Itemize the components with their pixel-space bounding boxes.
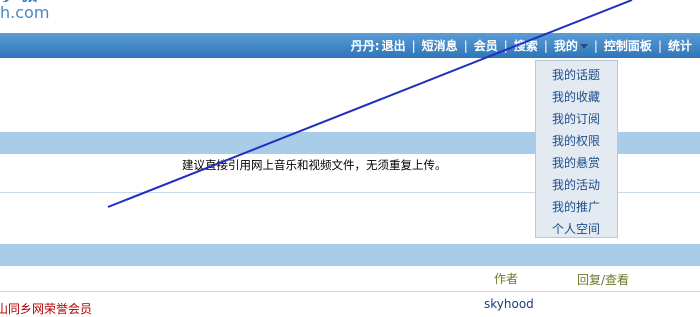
menu-item-my-rewards[interactable]: 我的悬赏 — [552, 154, 600, 171]
my-dropdown-menu: 我的话题 我的收藏 我的订阅 我的权限 我的悬赏 我的活动 我的推广 个人空间 — [535, 60, 618, 238]
nav-my-menu[interactable]: 我的 — [554, 37, 588, 54]
column-header-reply-view: 回复/查看 — [577, 273, 630, 287]
menu-item-my-subscriptions[interactable]: 我的订阅 — [552, 110, 600, 127]
menu-item-my-favorites[interactable]: 我的收藏 — [552, 88, 600, 105]
nav-stats[interactable]: 统计 — [668, 37, 692, 54]
nav-control-panel[interactable]: 控制面板 — [604, 37, 652, 54]
menu-item-my-activities[interactable]: 我的活动 — [552, 176, 600, 193]
top-navigation-bar: 丹丹: 退出 | 短消息 | 会员 | 搜索 | 我的 | 控制面板 | 统计 — [0, 33, 700, 58]
nav-separator: | — [411, 38, 416, 53]
nav-separator: | — [657, 38, 662, 53]
nav-separator: | — [503, 38, 508, 53]
logo-mark: ノ 网 — [0, 0, 60, 2]
thread-list-header-bar — [0, 244, 700, 266]
menu-item-my-topics[interactable]: 我的话题 — [552, 66, 600, 83]
menu-item-my-permissions[interactable]: 我的权限 — [552, 132, 600, 149]
nav-messages[interactable]: 短消息 — [422, 37, 458, 54]
nav-logout[interactable]: 退出 — [382, 37, 406, 54]
nav-search[interactable]: 搜索 — [514, 37, 538, 54]
menu-item-my-promotion[interactable]: 我的推广 — [552, 198, 600, 215]
nav-members[interactable]: 会员 — [474, 37, 498, 54]
nav-username[interactable]: 丹丹: — [351, 37, 380, 54]
nav-separator: | — [543, 38, 548, 53]
chevron-down-icon — [579, 44, 588, 49]
nav-my-label: 我的 — [553, 39, 578, 53]
thread-author-link[interactable]: skyhood — [484, 297, 534, 311]
column-header-author: 作者 — [494, 272, 519, 286]
notice-text: 建议直接引用网上音乐和视频文件，无须重复上传。 — [182, 158, 447, 172]
nav-separator: | — [593, 38, 598, 53]
nav-separator: | — [463, 38, 468, 53]
thread-title-link[interactable]: 山同乡网荣誉会员 — [0, 300, 92, 317]
nav-items: 丹丹: 退出 | 短消息 | 会员 | 搜索 | 我的 | 控制面板 | 统计 — [351, 33, 692, 58]
header-logo-area: ノ 网 h.com — [0, 0, 700, 33]
logo-domain: h.com — [0, 3, 50, 22]
divider — [0, 291, 700, 292]
menu-item-personal-space[interactable]: 个人空间 — [552, 220, 600, 237]
